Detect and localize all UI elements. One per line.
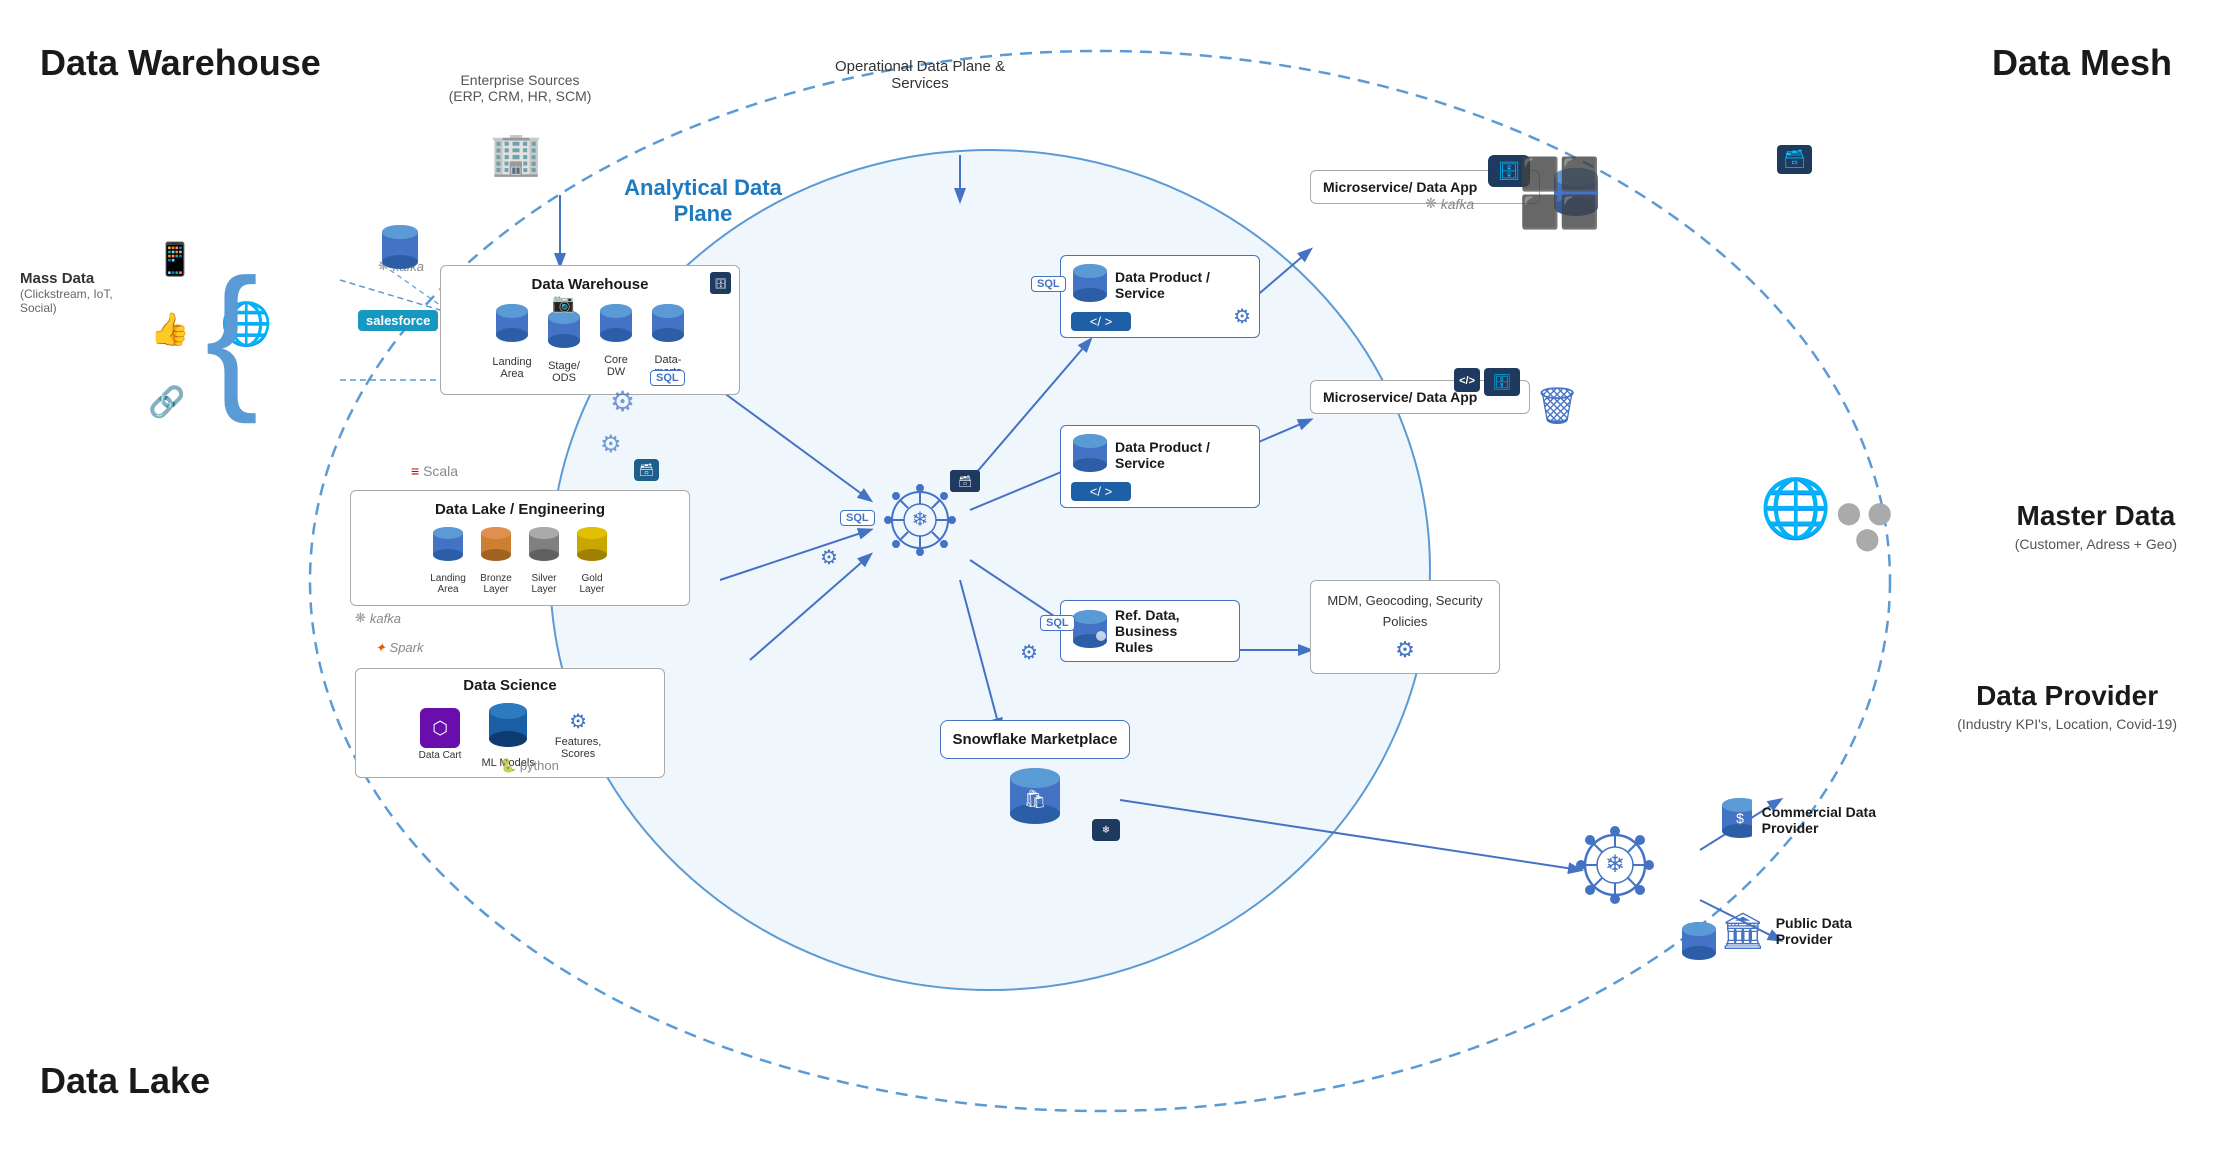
gear-dw-2: ⚙ [600, 430, 622, 459]
mass-data-section: Mass Data (Clickstream, IoT, Social) [20, 270, 150, 315]
dp2-code-tag: </ > [1071, 482, 1131, 501]
globe-master-data: 🌐 [1760, 475, 1832, 543]
ref-sql-badge: SQL [1040, 615, 1075, 631]
dw-box-title: Data Warehouse [451, 276, 729, 293]
mass-data-sub: (Clickstream, IoT, Social) [20, 287, 150, 315]
data-provider-label: Data Provider [1957, 680, 2177, 712]
enterprise-sources-label: Enterprise Sources(ERP, CRM, HR, SCM) [430, 72, 610, 104]
snowflake-marketplace-section: Snowflake Marketplace 🛍 ❄ [940, 720, 1130, 831]
dw-db-icon: 🗄 [710, 272, 731, 294]
mass-data-label: Mass Data [20, 270, 150, 287]
mobile-icon: 📱 [155, 240, 195, 278]
svg-text:❄: ❄ [1605, 851, 1625, 878]
cube-icons-1: ⬛⬛⬛⬛ [1520, 155, 1600, 231]
master-data-label: Master Data [2015, 500, 2177, 532]
iot-icon: 🔗 [148, 385, 185, 420]
operational-label: Operational Data Plane &Services [820, 58, 1020, 92]
commercial-provider-label: Commercial Data Provider [1762, 804, 1900, 836]
dp1-gear: ⚙ [1233, 304, 1251, 329]
data-provider-hub: ❄ [1560, 810, 1670, 925]
dl-box-title: Data Lake / Engineering [361, 501, 679, 518]
enterprise-building-icon: 🏢 [490, 130, 542, 179]
snowflake-marketplace-label: Snowflake Marketplace [951, 731, 1119, 748]
master-data-section: Master Data (Customer, Adress + Geo) [2015, 500, 2177, 552]
landing-area-item: Landing Area [492, 301, 532, 384]
building-icon: 🏛 [1720, 910, 1766, 952]
gold-layer-item: GoldLayer [573, 524, 611, 595]
snowflake-badge: ❄ [1092, 819, 1120, 841]
ref-data-title: Ref. Data,BusinessRules [1115, 607, 1180, 655]
public-provider-section: 🏛 Public Data Provider [1720, 910, 1900, 952]
data-provider-sub: (Industry KPI's, Location, Covid-19) [1957, 716, 2177, 732]
gear-hub: ⚙ [820, 545, 838, 570]
diagram-container: Data Warehouse Data Mesh Data Lake Maste… [0, 0, 2232, 1162]
left-brace: { [205, 255, 258, 415]
spark-label: ✦ Spark [375, 640, 424, 656]
ref-gear: ⚙ [1020, 640, 1038, 665]
core-dw-item: CoreDW [596, 301, 636, 384]
diagram-svg [0, 0, 2232, 1162]
corner-label-dm: Data Mesh [1992, 42, 2172, 84]
sql-gear-1: ⚙ [610, 385, 635, 418]
silver-layer-item: SilverLayer [525, 524, 563, 595]
data-provider-section: Data Provider (Industry KPI's, Location,… [1957, 680, 2177, 732]
scala-label: Scala [423, 463, 458, 479]
mdm-box: MDM, Geocoding, Security Policies ⚙ [1310, 580, 1500, 674]
dp2-title: Data Product /Service [1115, 439, 1210, 471]
data-lake-box: ≡ Scala 🗃 Data Lake / Engineering Landin… [350, 490, 690, 606]
svg-text:🛍: 🛍 [1023, 789, 1046, 809]
mdm-dots: ⬤ ⬤ ⬤ [1837, 500, 1892, 552]
central-hub: ❄ 🗃 [870, 470, 970, 575]
mdm-box-content: MDM, Geocoding, Security Policies [1321, 591, 1489, 633]
public-provider-label: Public Data Provider [1776, 915, 1900, 947]
corner-label-dl: Data Lake [40, 1060, 210, 1102]
python-label: 🐍 python [500, 758, 559, 774]
ms2-db-icon: 🗄 [1484, 368, 1520, 396]
ds-box-title: Data Science [368, 677, 652, 694]
data-cart-icon: 🗃 [634, 459, 659, 481]
like-icon: 👍 [150, 310, 190, 348]
commercial-provider-section: $ Commercial Data Provider [1720, 795, 1900, 845]
svg-text:$: $ [1736, 810, 1744, 826]
master-data-sub: (Customer, Adress + Geo) [2015, 536, 2177, 552]
svg-text:❄: ❄ [912, 509, 929, 531]
mdm-gear: ⚙ [1321, 637, 1489, 663]
hub-db-icon: 🗃 [950, 470, 980, 492]
dp1-sql: SQL [1031, 276, 1066, 292]
data-product-box-1: Data Product /Service </ > ⚙ SQL [1060, 255, 1260, 338]
data-product-box-2: Data Product /Service </ > [1060, 425, 1260, 508]
ref-data-box: Ref. Data,BusinessRules [1060, 600, 1240, 662]
sql-badge-hub: SQL [840, 510, 875, 526]
features-scores-item: ⚙ Features,Scores [555, 709, 601, 760]
bronze-layer-item: BronzeLayer [477, 524, 515, 595]
sql-badge-1: SQL [650, 370, 685, 386]
db-cylinder-left [380, 220, 420, 280]
kafka-dl-label: ❋ kafka [355, 610, 401, 626]
dp1-title: Data Product /Service [1115, 269, 1210, 301]
analytical-plane-label: Analytical Data Plane [618, 175, 788, 227]
microservice-2-section: Microservice/ Data App 🗄 🗑 </> [1310, 380, 1530, 414]
dp1-code-tag: </ > [1071, 312, 1131, 331]
kafka-topright-label: ❋ kafka [1425, 195, 1474, 212]
salesforce-logo: salesforce [358, 310, 438, 331]
stage-ods-item: 📷 Stage/ODS [544, 301, 584, 384]
ms2-bucket: 🗑 [1534, 385, 1580, 427]
dl-landing-item: LandingArea [429, 524, 467, 595]
data-warehouse-box: Data Warehouse 🗄 Landing Area 📷 [440, 265, 740, 395]
topright-db-box-1: 🗃 [1777, 145, 1812, 174]
public-db-cylinder [1680, 920, 1718, 973]
ms2-badge: </> [1454, 368, 1480, 392]
corner-label-dw: Data Warehouse [40, 42, 321, 84]
ds-purple-icon: ⬡ Data Cart [419, 708, 462, 761]
